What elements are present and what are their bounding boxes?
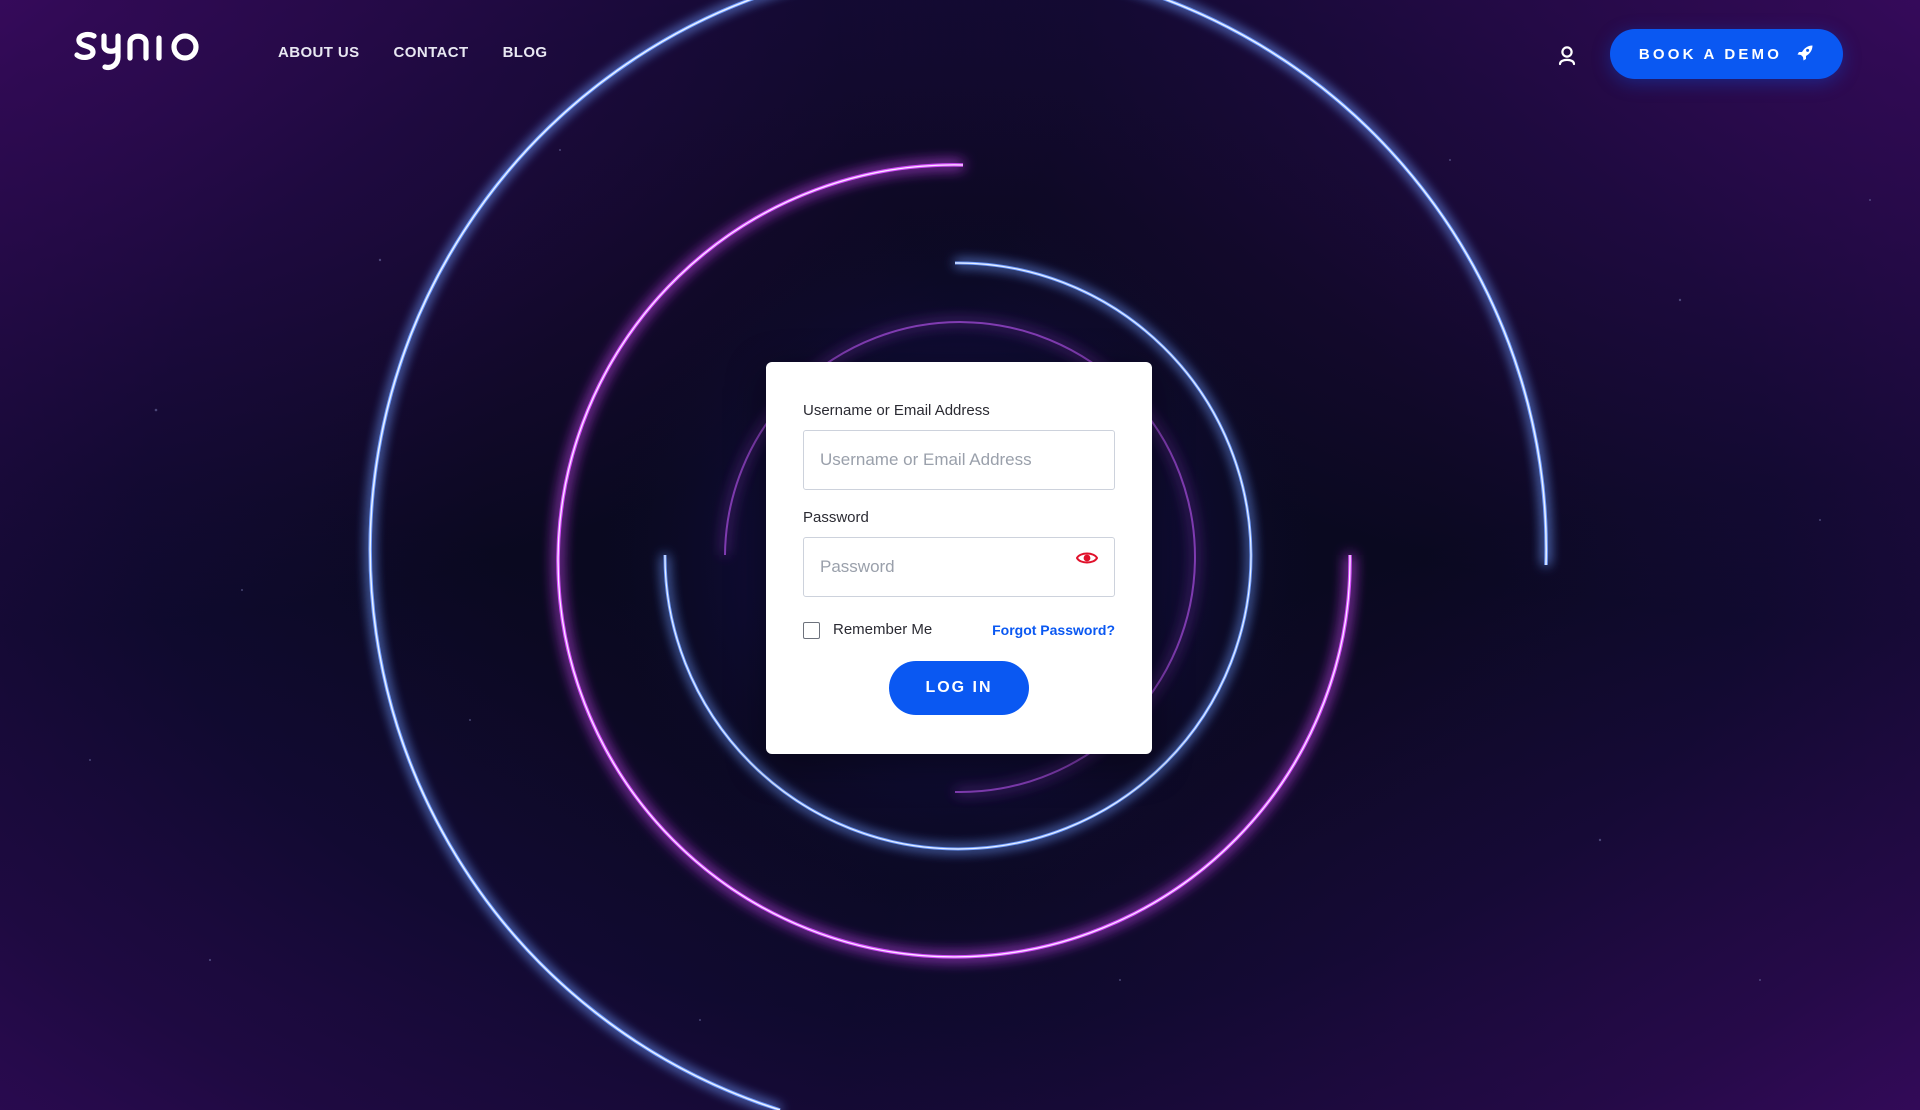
nav-contact[interactable]: CONTACT [394, 44, 469, 61]
site-header: ABOUT US CONTACT BLOG BOOK A DEMO [0, 0, 1920, 108]
log-in-button[interactable]: LOG IN [889, 661, 1029, 715]
login-card: Username or Email Address Password Remem… [766, 362, 1152, 754]
nav-blog[interactable]: BLOG [503, 44, 548, 61]
username-label: Username or Email Address [803, 402, 990, 419]
book-a-demo-button[interactable]: BOOK A DEMO [1610, 29, 1843, 79]
forgot-password-link[interactable]: Forgot Password? [992, 622, 1115, 638]
rocket-icon [1796, 44, 1814, 65]
remember-me-label: Remember Me [833, 621, 933, 638]
remember-me-checkbox[interactable] [803, 622, 820, 639]
user-icon[interactable] [1556, 44, 1578, 66]
nav-about-us[interactable]: ABOUT US [278, 44, 360, 61]
book-a-demo-label: BOOK A DEMO [1638, 45, 1783, 63]
main-nav: ABOUT US CONTACT BLOG [278, 44, 548, 61]
password-input[interactable] [803, 537, 1115, 597]
synio-logo[interactable] [74, 24, 206, 76]
password-label: Password [803, 509, 869, 526]
username-input[interactable] [803, 430, 1115, 490]
eye-icon[interactable] [1075, 550, 1099, 566]
